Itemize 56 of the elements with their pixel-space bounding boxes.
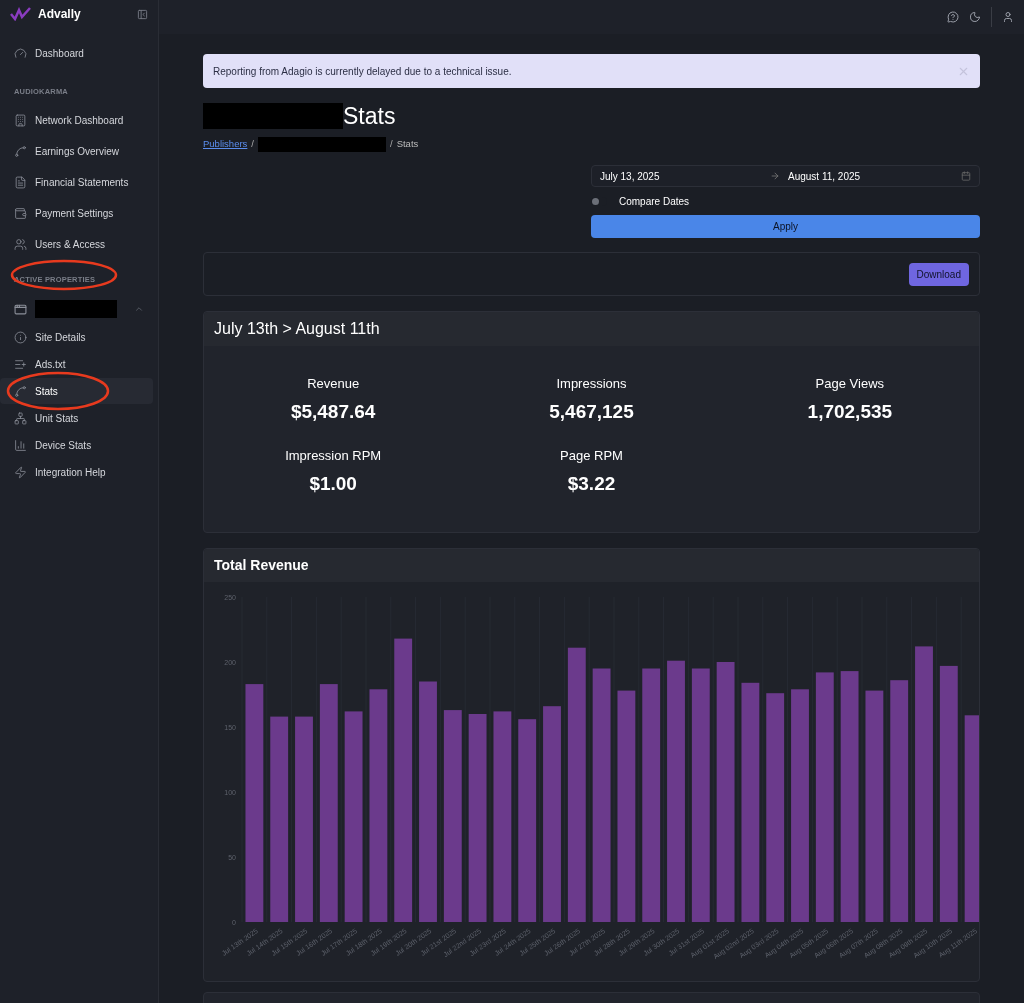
help-icon[interactable] (947, 11, 959, 23)
logo-icon (10, 7, 32, 21)
metric-label: Impressions (556, 375, 627, 393)
network-icon (14, 411, 27, 425)
calendar-icon (961, 171, 971, 181)
users-icon (14, 237, 27, 251)
metric-value: 5,467,125 (549, 399, 634, 424)
metric-label: Page RPM (560, 447, 623, 465)
apply-button[interactable]: Apply (591, 215, 980, 238)
metric-label: Revenue (307, 375, 360, 393)
moon-icon[interactable] (969, 11, 981, 23)
metric-value: $1.00 (309, 471, 357, 496)
nav-item[interactable]: Ads.txt (0, 351, 153, 377)
brand-name: Advally (38, 6, 81, 23)
download-button[interactable]: Download (908, 262, 969, 286)
nav-item[interactable]: Stats (0, 378, 153, 404)
date-range-field[interactable]: July 13, 2025 August 11, 2025 (591, 165, 980, 187)
nav-item[interactable]: Integration Help (0, 459, 153, 485)
arrow-right-icon (770, 171, 780, 181)
nav-item[interactable]: Device Stats (0, 432, 153, 458)
toggle-label: Compare Dates (619, 194, 690, 209)
building-icon (14, 113, 27, 127)
lightning-icon (14, 465, 27, 479)
wallet-icon (14, 206, 27, 220)
page-title: Stats (343, 104, 396, 128)
metric-label: Impression RPM (285, 447, 382, 465)
nav-item[interactable]: Dashboard (0, 40, 153, 66)
user-icon[interactable] (1002, 11, 1014, 23)
bar-chart-icon (14, 438, 27, 452)
metric-value: $5,487.64 (290, 399, 376, 424)
line-chart-icon (14, 144, 27, 158)
breadcrumb-separator: / (390, 136, 393, 151)
nav-item[interactable]: Unit Stats (0, 405, 153, 431)
collapse-sidebar-icon[interactable] (137, 8, 148, 20)
nav-item[interactable]: Payment Settings (0, 198, 153, 228)
breadcrumb-separator: / (251, 136, 254, 151)
nav-item[interactable]: Site Details (0, 324, 153, 350)
line-chart-icon (14, 384, 27, 398)
browser-window-icon (14, 302, 27, 316)
alert-message: Reporting from Adagio is currently delayed due to a technical issue. (213, 64, 512, 79)
breadcrumb-link[interactable]: Publishers (203, 136, 248, 152)
nav-item[interactable]: Earnings Overview (0, 136, 153, 166)
card-title: Total Revenue (214, 556, 309, 575)
list-icon (14, 357, 27, 371)
gauge-icon (14, 46, 27, 60)
metric-value: $3.22 (567, 471, 616, 496)
nav-item[interactable]: Network Dashboard (0, 105, 153, 135)
chevron-up-icon (134, 304, 144, 314)
metric-label: Page Views (815, 375, 885, 393)
metric-value: 1,702,535 (807, 399, 893, 424)
card-title: July 13th > August 11th (214, 319, 380, 339)
document-icon (14, 175, 27, 189)
breadcrumb-current: Stats (396, 136, 419, 151)
nav-item[interactable]: Financial Statements (0, 167, 153, 197)
info-icon (14, 330, 27, 344)
nav-item[interactable]: Users & Access (0, 229, 153, 259)
